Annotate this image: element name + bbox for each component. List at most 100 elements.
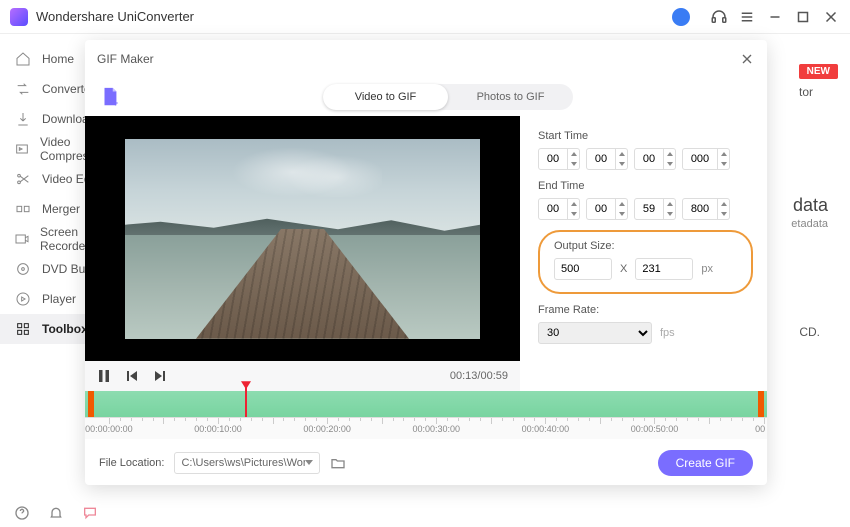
start-hours-input[interactable]: [538, 148, 568, 170]
fps-unit: fps: [660, 327, 675, 339]
headset-icon[interactable]: [710, 8, 728, 26]
create-gif-button[interactable]: Create GIF: [658, 450, 753, 476]
disc-icon: [14, 260, 32, 278]
video-preview[interactable]: [85, 116, 520, 361]
download-icon: [14, 110, 32, 128]
scissors-icon: [14, 170, 32, 188]
timeline: 00:00:00:00 00:00:10:00 00:00:20:00 00:0…: [85, 391, 767, 442]
tl-label: 00:00:50:00: [631, 424, 679, 434]
spinner-arrows[interactable]: [616, 198, 628, 220]
playhead[interactable]: [245, 383, 247, 417]
dialog-title: GIF Maker: [97, 52, 154, 66]
trim-end-handle[interactable]: [758, 391, 764, 417]
sidebar-item-label: Toolbox: [42, 322, 88, 336]
timeline-track[interactable]: [85, 391, 767, 417]
titlebar: Wondershare UniConverter: [0, 0, 850, 34]
trim-start-handle[interactable]: [88, 391, 94, 417]
bell-icon[interactable]: [48, 505, 64, 521]
dialog-footer: File Location: C:\Users\ws\Pictures\Wond…: [85, 442, 767, 485]
bg-text-cd: CD.: [799, 325, 820, 339]
next-frame-button[interactable]: [153, 369, 167, 383]
help-icon[interactable]: [14, 505, 30, 521]
end-seconds-input[interactable]: [634, 198, 664, 220]
timeline-ruler: 00:00:00:00 00:00:10:00 00:00:20:00 00:0…: [85, 417, 767, 439]
spinner-arrows[interactable]: [664, 198, 676, 220]
maximize-button[interactable]: [794, 8, 812, 26]
output-height-input[interactable]: [635, 258, 693, 280]
file-location-label: File Location:: [99, 457, 164, 469]
file-path-text: C:\Users\ws\Pictures\Wonders: [181, 457, 305, 469]
pause-button[interactable]: [97, 369, 111, 383]
output-size-group: Output Size: X px: [538, 230, 753, 294]
start-time-label: Start Time: [538, 130, 753, 142]
end-minutes-input[interactable]: [586, 198, 616, 220]
start-time-row: [538, 148, 753, 170]
play-icon: [14, 290, 32, 308]
grid-icon: [14, 320, 32, 338]
merge-icon: [14, 200, 32, 218]
spinner-arrows[interactable]: [568, 148, 580, 170]
tab-video-to-gif[interactable]: Video to GIF: [323, 84, 448, 110]
output-width-input[interactable]: [554, 258, 612, 280]
converter-icon: [14, 80, 32, 98]
spinner-arrows[interactable]: [568, 198, 580, 220]
spinner-arrows[interactable]: [718, 198, 730, 220]
compress-icon: [14, 140, 30, 158]
playback-time: 00:13/00:59: [450, 370, 508, 382]
svg-text:+: +: [113, 98, 118, 108]
dialog-header: GIF Maker: [85, 40, 767, 77]
background-panel: NEW tor data etadata CD.: [778, 50, 838, 492]
close-dialog-button[interactable]: [739, 51, 755, 67]
preview-column: 00:13/00:59: [85, 116, 520, 391]
settings-column: Start Time End Time Output Size: X: [520, 116, 767, 391]
output-unit: px: [701, 263, 713, 275]
sidebar-item-label: Merger: [42, 202, 80, 216]
output-size-label: Output Size:: [554, 240, 737, 252]
spinner-arrows[interactable]: [718, 148, 730, 170]
home-icon: [14, 50, 32, 68]
output-x-separator: X: [620, 263, 627, 275]
tl-label: 00:00:30:00: [412, 424, 460, 434]
spinner-arrows[interactable]: [664, 148, 676, 170]
sidebar-item-label: Player: [42, 292, 76, 306]
start-minutes-input[interactable]: [586, 148, 616, 170]
add-file-button[interactable]: +: [99, 86, 121, 108]
playback-controls: 00:13/00:59: [85, 361, 520, 391]
open-folder-button[interactable]: [330, 455, 346, 471]
frame-rate-label: Frame Rate:: [538, 304, 753, 316]
feedback-icon[interactable]: [82, 505, 98, 521]
bg-text-tdata: etadata: [791, 218, 828, 230]
end-millis-input[interactable]: [682, 198, 718, 220]
start-seconds-input[interactable]: [634, 148, 664, 170]
tl-label: 00:00:10:00: [194, 424, 242, 434]
bottom-bar: [0, 499, 98, 527]
frame-rate-select[interactable]: 30: [538, 322, 652, 344]
new-badge: NEW: [799, 64, 838, 79]
start-millis-input[interactable]: [682, 148, 718, 170]
file-location-dropdown[interactable]: C:\Users\ws\Pictures\Wonders: [174, 452, 320, 474]
tl-label: 00:00:00:00: [85, 424, 133, 434]
app-title: Wondershare UniConverter: [36, 9, 194, 24]
bg-text-tor: tor: [799, 85, 813, 99]
spinner-arrows[interactable]: [616, 148, 628, 170]
prev-frame-button[interactable]: [125, 369, 139, 383]
bg-text-data: data: [793, 195, 828, 216]
tl-label: 00:00:40:00: [522, 424, 570, 434]
tab-photos-to-gif[interactable]: Photos to GIF: [448, 84, 573, 110]
app-logo-icon: [10, 8, 28, 26]
sidebar-item-label: Home: [42, 52, 74, 66]
video-thumbnail: [125, 139, 480, 339]
end-time-row: [538, 198, 753, 220]
gif-maker-dialog: GIF Maker + Video to GIF Photos to GIF 0…: [85, 40, 767, 485]
tl-label: 00: [755, 424, 765, 434]
chevron-down-icon: [305, 457, 313, 469]
minimize-button[interactable]: [766, 8, 784, 26]
tl-label: 00:00:20:00: [303, 424, 351, 434]
end-time-label: End Time: [538, 180, 753, 192]
user-avatar-icon[interactable]: [672, 8, 690, 26]
close-window-button[interactable]: [822, 8, 840, 26]
end-hours-input[interactable]: [538, 198, 568, 220]
dialog-toolbar: + Video to GIF Photos to GIF: [85, 77, 767, 116]
menu-icon[interactable]: [738, 8, 756, 26]
record-icon: [14, 230, 30, 248]
